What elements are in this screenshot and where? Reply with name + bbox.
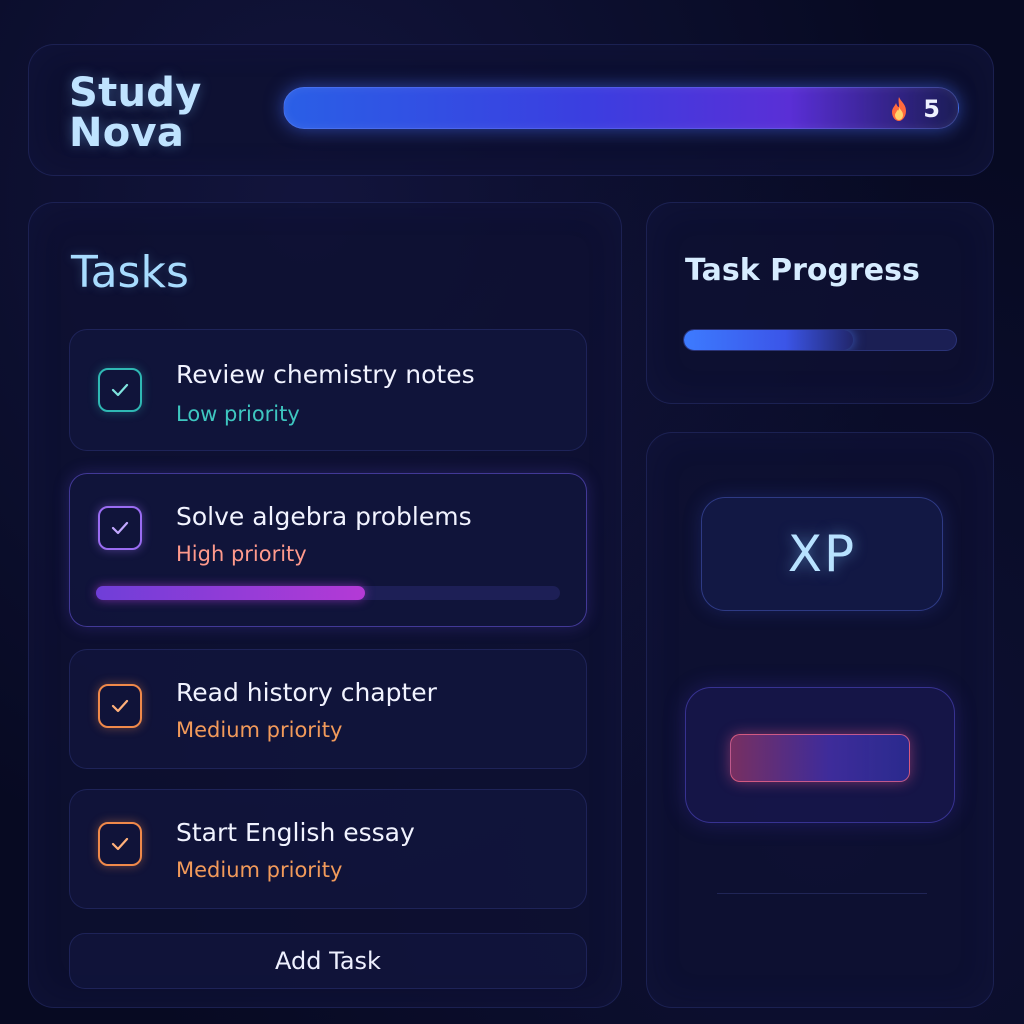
task-priority: Low priority	[176, 402, 300, 426]
task-priority: High priority	[176, 542, 307, 566]
task-checkbox[interactable]	[98, 368, 142, 412]
check-icon	[111, 699, 129, 713]
xp-panel: XP	[646, 432, 994, 1008]
progress-title: Task Progress	[685, 253, 920, 288]
task-progress-fill	[684, 330, 853, 350]
streak-count: 5	[923, 95, 940, 123]
task-checkbox[interactable]	[98, 822, 142, 866]
header-panel: Study Nova 5	[28, 44, 994, 176]
task-checkbox[interactable]	[98, 506, 142, 550]
task-priority: Medium priority	[176, 858, 343, 882]
streak-bar: 5	[283, 87, 959, 129]
task-name: Read history chapter	[176, 678, 437, 707]
check-icon	[111, 837, 129, 851]
xp-meter	[730, 734, 910, 782]
tasks-title: Tasks	[71, 247, 189, 298]
tasks-panel: Tasks Review chemistry notes Low priorit…	[28, 202, 622, 1008]
app-title: Study Nova	[69, 70, 202, 156]
divider	[717, 893, 927, 894]
check-icon	[111, 383, 129, 397]
xp-meter-box	[685, 687, 955, 823]
task-card-english[interactable]: Start English essay Medium priority	[69, 789, 587, 909]
fire-icon	[892, 97, 906, 121]
task-card-algebra[interactable]: Solve algebra problems High priority	[69, 473, 587, 627]
xp-label: XP	[787, 525, 857, 583]
xp-badge: XP	[701, 497, 943, 611]
task-progress-panel: Task Progress	[646, 202, 994, 404]
task-card-chemistry[interactable]: Review chemistry notes Low priority	[69, 329, 587, 451]
task-name: Start English essay	[176, 818, 415, 847]
task-progress-bar	[96, 586, 560, 600]
task-name: Solve algebra problems	[176, 502, 472, 531]
task-checkbox[interactable]	[98, 684, 142, 728]
task-progress-track	[683, 329, 957, 351]
task-name: Review chemistry notes	[176, 360, 475, 389]
task-progress-fill	[96, 586, 366, 600]
task-priority: Medium priority	[176, 718, 343, 742]
add-task-button[interactable]: Add Task	[69, 933, 587, 989]
check-icon	[111, 521, 129, 535]
task-card-history[interactable]: Read history chapter Medium priority	[69, 649, 587, 769]
